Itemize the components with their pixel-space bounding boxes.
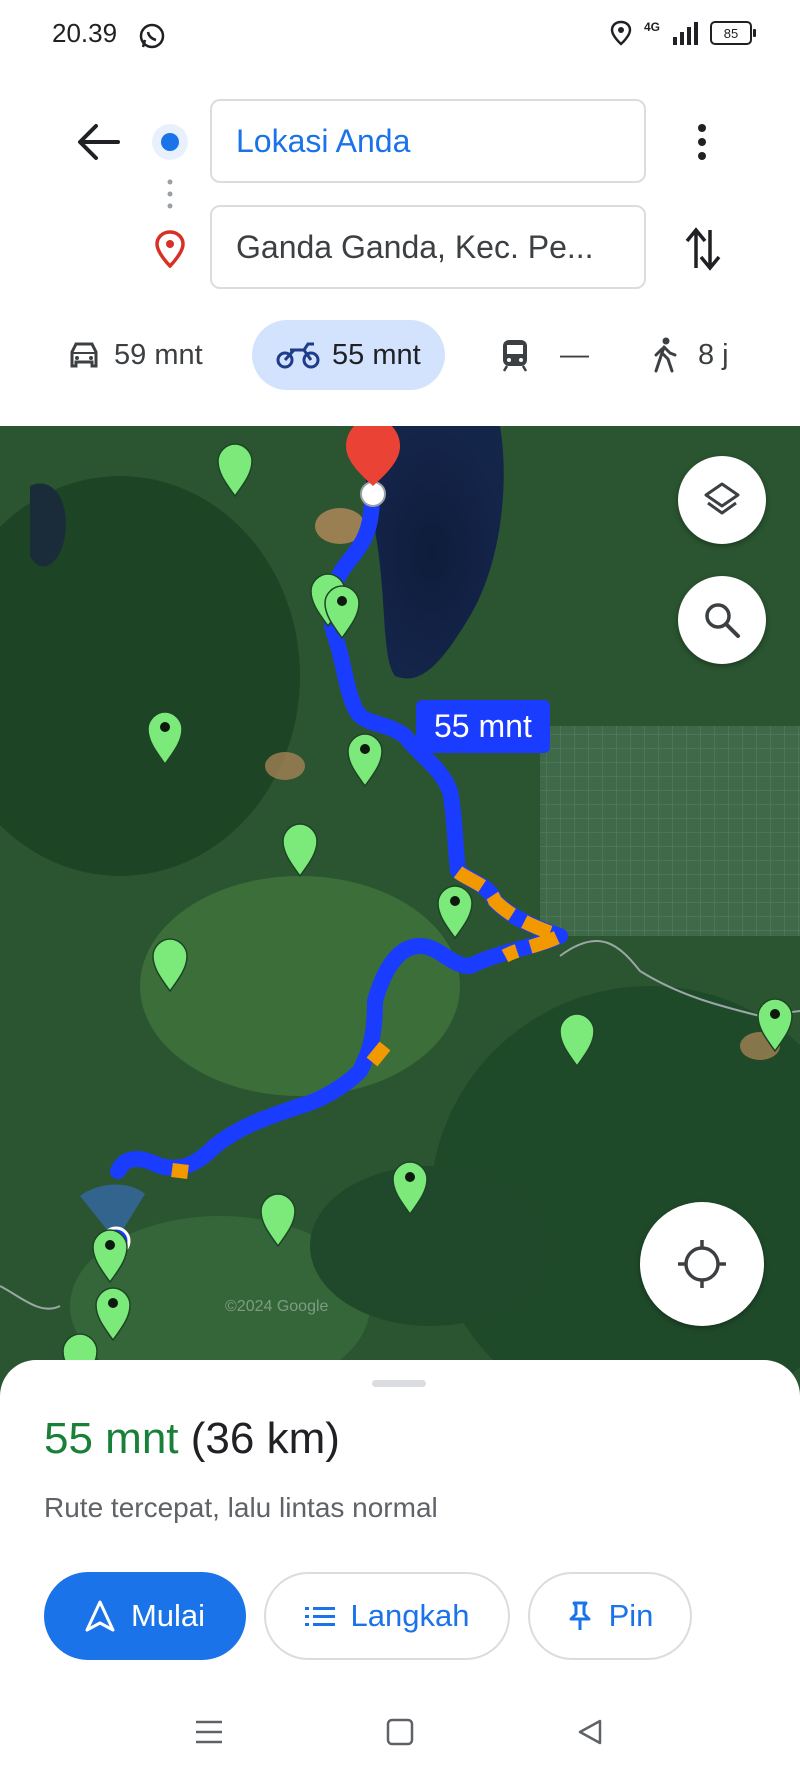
status-time: 20.39 [52,18,118,48]
forest-dark [310,1166,550,1326]
pin-button[interactable]: Pin [528,1572,692,1660]
destination-field[interactable]: Ganda Ganda, Kec. Pe... [210,205,646,289]
mode-motorcycle[interactable]: 55 mnt [252,320,445,390]
origin-dot-icon [152,124,188,160]
signal-label: 4G [643,20,660,34]
forest-light [140,876,460,1096]
walk-icon [654,337,677,373]
car-icon [70,342,98,368]
cleared-land [265,752,305,780]
layers-button[interactable] [678,456,766,544]
route-dots-icon [167,179,173,209]
system-nav-bar [0,1690,800,1778]
start-button[interactable]: Mulai [44,1572,246,1660]
my-location-icon [678,1240,726,1288]
whatsapp-icon [139,23,165,49]
mode-walk-label: 8 j [698,338,729,371]
menu-nav-icon[interactable] [194,1718,224,1746]
battery-level: 85 [723,25,739,41]
steps-button[interactable]: Langkah [264,1572,510,1660]
list-icon [304,1607,335,1626]
home-nav-icon[interactable] [386,1718,414,1746]
back-arrow-icon[interactable] [76,122,120,162]
status-icons: 4G 85 [610,20,756,46]
search-icon [705,603,740,638]
mode-walk[interactable]: 8 j [650,320,729,390]
swap-icon[interactable] [684,226,722,272]
mode-transit-label: — [560,338,589,371]
pin-label: Pin [608,1598,654,1633]
mode-car-label: 59 mnt [114,338,203,371]
plantation-grid [540,726,800,936]
layers-icon [704,482,740,515]
origin-field[interactable]: Lokasi Anda [210,99,646,183]
route-summary: 55 mnt (36 km) [44,1414,340,1464]
location-status-icon [610,20,632,46]
route-traffic [171,1163,189,1179]
motorcycle-icon [276,342,320,369]
search-button[interactable] [678,576,766,664]
start-label: Mulai [130,1598,206,1633]
satellite-map[interactable]: ©2024 Google 55 mnt [0,426,800,1426]
more-vert-icon[interactable] [694,122,710,162]
back-nav-icon[interactable] [576,1718,604,1746]
sheet-drag-handle[interactable] [372,1380,426,1387]
transit-icon [502,340,528,372]
mode-car[interactable]: 59 mnt [66,320,203,390]
route-duration: 55 mnt [44,1414,179,1463]
my-location-button[interactable] [640,1202,764,1326]
route-duration-text: 55 mnt [434,708,532,744]
steps-label: Langkah [350,1598,470,1633]
mode-motorcycle-label: 55 mnt [332,338,421,371]
destination-pin-icon [155,230,185,268]
map-watermark: ©2024 Google [225,1298,329,1315]
mode-transit[interactable]: — [500,320,589,390]
signal-icon [673,22,698,45]
navigation-icon [85,1600,115,1632]
pin-icon [569,1601,591,1630]
route-duration-label[interactable]: 55 mnt [416,700,550,753]
route-description: Rute tercepat, lalu lintas normal [44,1492,438,1523]
route-distance: (36 km) [190,1414,340,1463]
battery-indicator: 85 [710,21,756,45]
